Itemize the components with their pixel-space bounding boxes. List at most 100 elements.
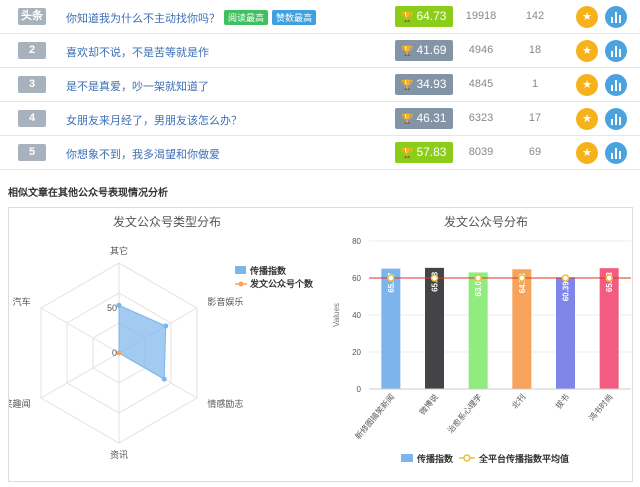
bar-y-tick-label: 0 (357, 385, 362, 394)
bar-chart-icon (611, 46, 621, 57)
average-marker (561, 274, 570, 282)
article-row: 头条 你知道我为什么不主动找你吗？ 阅读最高 赞数最高 🏆 64.73 19918 142 ★ (0, 0, 640, 34)
article-title-link[interactable]: 女朋友来月经了，男朋友该怎么办？ (66, 112, 242, 128)
radar-legend-swatch (235, 266, 246, 274)
radar-axis-label: 情感励志 (207, 398, 243, 409)
section-title: 相似文章在其他公众号表现情况分析 (8, 188, 168, 199)
bar-y-tick-label: 40 (352, 311, 361, 320)
read-count: 4845 (468, 78, 494, 90)
bar-legend-label: 全平台传播指数平均值 (478, 453, 569, 464)
article-title-link[interactable]: 是不是真爱，吵一架就知道了 (66, 78, 209, 94)
bar-chart-icon (611, 114, 621, 125)
score-badge: 🏆 64.73 (395, 6, 453, 27)
bar-chart-icon (611, 12, 621, 23)
bar-category-label: 新修图搞笑新闻 (353, 392, 397, 441)
score-value: 64.73 (416, 9, 447, 23)
radar-spoke (40, 352, 120, 399)
radar-axis-label: 其它 (110, 245, 128, 256)
favorite-button[interactable]: ★ (576, 108, 598, 130)
read-count: 4946 (468, 44, 494, 56)
article-title-link[interactable]: 你知道我为什么不主动找你吗？ 阅读最高 赞数最高 (66, 10, 317, 26)
bar-legend-marker (463, 454, 471, 462)
radar-legend-label: 发文公众号个数 (249, 278, 314, 289)
analytics-button[interactable] (605, 108, 627, 130)
like-count: 142 (525, 10, 545, 22)
bar-chart-icon (611, 80, 621, 91)
radar-point-2 (116, 350, 122, 356)
score-value: 57.83 (416, 145, 447, 159)
bar-category-label: 北刊 (510, 393, 527, 411)
bar-value-label: 60.39 (562, 281, 571, 302)
bar-y-tick-label: 60 (352, 274, 361, 283)
average-marker (518, 274, 526, 282)
like-count: 69 (528, 146, 542, 158)
bar-category-label: 鸿书时尚 (586, 392, 614, 423)
like-count: 18 (528, 44, 542, 56)
score-badge: 🏆 57.83 (395, 142, 453, 163)
bar-y-tick-label: 20 (352, 348, 361, 357)
trophy-icon: 🏆 (401, 114, 414, 125)
like-count: 1 (531, 78, 539, 90)
bar-category-label: 治愈系心理学 (445, 392, 484, 435)
radar-title: 发文公众号类型分布 (113, 214, 221, 229)
trophy-icon: 🏆 (401, 148, 414, 159)
star-icon: ★ (582, 11, 592, 23)
article-row: 4 女朋友来月经了，男朋友该怎么办？ 🏆 46.31 6323 17 ★ (0, 102, 640, 136)
score-badge: 🏆 41.69 (395, 40, 453, 61)
analytics-button[interactable] (605, 142, 627, 164)
average-marker (430, 274, 439, 282)
article-row: 3 是不是真爱，吵一架就知道了 🏆 34.93 4845 1 ★ (0, 68, 640, 102)
bar-legend-label: 传播指数 (416, 453, 454, 464)
bar-y-tick-label: 80 (352, 237, 361, 246)
radar-point (116, 302, 122, 308)
read-count: 19918 (465, 10, 497, 22)
radar-spoke (40, 307, 120, 354)
rank-badge: 头条 (18, 8, 46, 25)
score-value: 41.69 (416, 43, 447, 57)
bar-chart-title: 发文公众号分布 (444, 214, 528, 229)
radar-scale-label: 50 (107, 303, 117, 313)
analytics-button[interactable] (605, 40, 627, 62)
rank-badge: 2 (18, 42, 46, 59)
radar-axis-label: 汽车 (13, 296, 31, 307)
favorite-button[interactable]: ★ (576, 142, 598, 164)
average-marker (387, 274, 395, 282)
article-title-link[interactable]: 喜欢却不说，不是苦等就是作 (66, 44, 209, 60)
analytics-button[interactable] (605, 74, 627, 96)
analytics-button[interactable] (605, 6, 627, 28)
bar-legend-swatch (401, 454, 413, 462)
score-badge: 🏆 34.93 (395, 74, 453, 95)
favorite-button[interactable]: ★ (576, 40, 598, 62)
radar-point (161, 376, 167, 382)
average-marker (605, 274, 613, 282)
radar-legend-marker (238, 281, 244, 287)
star-icon: ★ (582, 113, 592, 125)
article-tag: 赞数最高 (272, 10, 317, 25)
analysis-panel: 发文公众号类型分布其它影音娱乐情感励志资讯搞笑趣闻汽车050传播指数发文公众号个… (8, 207, 633, 482)
bar-category-label: 拔书 (553, 392, 571, 411)
star-icon: ★ (582, 45, 592, 57)
article-row: 5 你想象不到，我多渴望和你做爱 🏆 57.83 8039 69 ★ (0, 136, 640, 170)
bar-category-label: 微博说 (417, 392, 440, 417)
read-count: 8039 (468, 146, 494, 158)
like-count: 17 (528, 112, 542, 124)
favorite-button[interactable]: ★ (576, 74, 598, 96)
rank-badge: 4 (18, 110, 46, 127)
star-icon: ★ (582, 79, 592, 91)
score-badge: 🏆 46.31 (395, 108, 453, 129)
trophy-icon: 🏆 (401, 46, 414, 57)
rank-badge: 5 (18, 144, 46, 161)
radar-scale-label: 0 (112, 348, 117, 358)
article-row: 2 喜欢却不说，不是苦等就是作 🏆 41.69 4946 18 ★ (0, 34, 640, 68)
bar-y-axis-label: Values (332, 303, 341, 327)
radar-axis-label: 影音娱乐 (207, 296, 243, 307)
radar-axis-label: 资讯 (110, 450, 128, 460)
article-title-link[interactable]: 你想象不到，我多渴望和你做爱 (66, 146, 220, 162)
trophy-icon: 🏆 (401, 12, 414, 23)
radar-point (163, 323, 169, 329)
bar-chart-icon (611, 148, 621, 159)
star-icon: ★ (582, 147, 592, 159)
score-value: 34.93 (416, 77, 447, 91)
favorite-button[interactable]: ★ (576, 6, 598, 28)
average-marker (474, 274, 482, 282)
